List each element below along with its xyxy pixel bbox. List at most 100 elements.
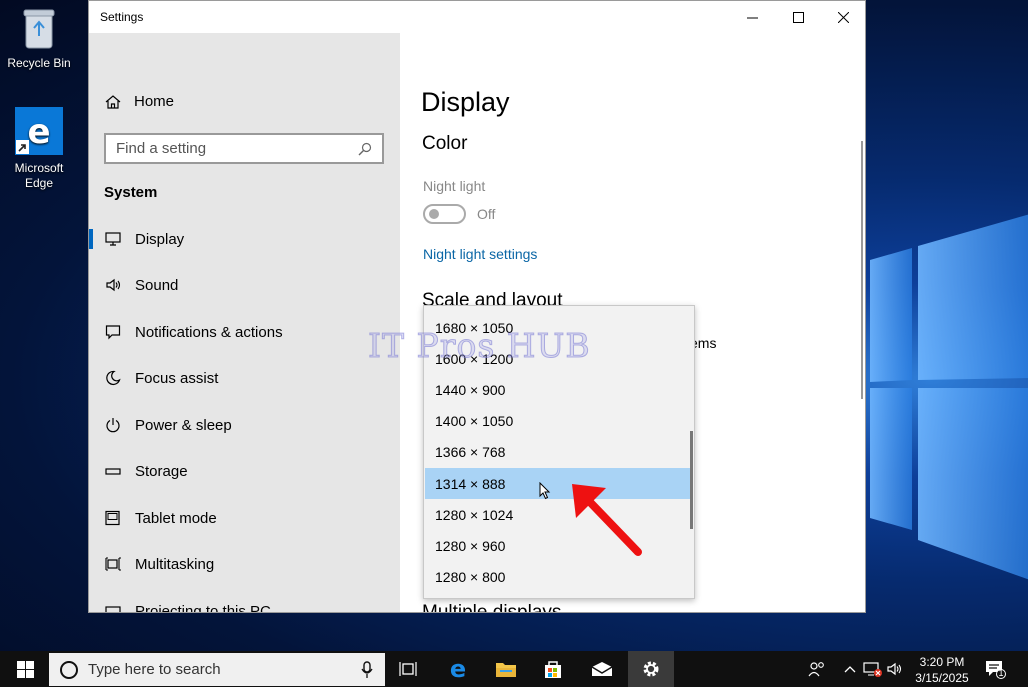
dropdown-scrollbar[interactable] [690,431,693,529]
maximize-button[interactable] [775,1,821,33]
volume-button[interactable] [886,651,906,687]
cortana-icon [60,660,78,679]
resolution-option[interactable]: 1600 × 1200 [425,343,693,374]
edge-icon: e [450,658,466,680]
window-title: Settings [100,10,144,24]
monitor-icon [105,231,121,247]
show-hidden-icons-button[interactable] [842,651,858,687]
sidebar-item-storage[interactable]: Storage [89,451,400,491]
multiple-displays-heading: Multiple displays [422,602,562,613]
close-icon [837,11,849,23]
sidebar-item-tablet-mode[interactable]: Tablet mode [89,498,400,538]
clock-time: 3:20 PM [919,655,965,669]
desktop-icon-label: Microsoft Edge [14,161,64,190]
sidebar-item-label: Storage [135,462,188,480]
resolution-option[interactable]: 1280 × 1024 [425,499,693,530]
people-icon [808,662,824,677]
sidebar-item-label: Focus assist [135,369,219,387]
resolution-option[interactable]: 1680 × 1050 [425,312,693,343]
store-button[interactable] [530,651,576,687]
edge-icon: e [15,107,63,155]
sidebar-item-projecting[interactable]: Projecting to this PC [89,591,400,613]
sidebar-item-sound[interactable]: Sound [89,265,400,305]
multitasking-icon [105,556,121,572]
sidebar-item-label: Tablet mode [135,509,217,527]
resolution-option[interactable]: 1280 × 960 [425,530,693,561]
recycle-bin-icon [23,9,55,49]
sidebar-item-label: Display [135,230,185,248]
sidebar-item-power-sleep[interactable]: Power & sleep [89,405,400,445]
night-light-state: Off [477,206,496,222]
desktop-icon-edge[interactable]: e Microsoft Edge [1,107,77,191]
title-bar[interactable]: Settings [89,1,865,33]
chevron-up-icon [844,666,856,673]
clock-date: 3/15/2025 [915,671,969,685]
start-button[interactable] [2,651,48,687]
svg-text:e: e [27,112,50,152]
resolution-option[interactable]: 1366 × 768 [425,436,693,467]
page-title: Display [421,87,510,117]
tablet-icon [105,510,121,526]
windows-wallpaper-logo [870,214,1028,580]
task-view-button[interactable] [385,651,431,687]
sidebar-section-heading: System [104,184,158,201]
taskbar-search-box[interactable]: Type here to search [49,653,385,686]
maximize-icon [792,11,804,23]
home-link[interactable]: Home [105,93,174,110]
resolution-option[interactable]: 1400 × 1050 [425,405,693,436]
home-icon [105,94,121,109]
gear-icon [643,661,659,677]
minimize-icon [746,17,758,18]
settings-taskbar-button[interactable] [628,651,674,687]
taskbar-search-placeholder: Type here to search [88,661,221,678]
notification-count-badge: 1 [998,668,1004,678]
power-icon [105,417,121,433]
network-button[interactable] [862,651,884,687]
windows-start-icon [16,660,34,678]
file-explorer-button[interactable] [483,651,529,687]
content-scrollbar[interactable] [861,141,863,399]
sidebar-item-label: Projecting to this PC [135,602,271,613]
desktop-icon-label: Recycle Bin [7,56,71,70]
mail-button[interactable] [579,651,625,687]
microphone-icon[interactable] [361,660,373,679]
toggle-knob [429,209,439,219]
sidebar-item-label: Multitasking [135,555,215,573]
sidebar-item-notifications[interactable]: Notifications & actions [89,312,400,352]
resolution-option-highlighted[interactable]: 1314 × 888 [425,468,693,499]
close-button[interactable] [820,1,865,33]
sidebar-item-focus-assist[interactable]: Focus assist [89,358,400,398]
resolution-option[interactable]: 1280 × 800 [425,561,693,592]
action-center-button[interactable]: 1 [980,651,1010,687]
sidebar-item-label: Sound [135,276,179,294]
resolution-dropdown-list[interactable]: 1680 × 1050 1600 × 1200 1440 × 900 1400 … [423,305,695,599]
volume-icon [887,662,902,676]
store-bag-icon [545,661,561,678]
search-icon [358,142,372,155]
red-pointer-arrow-icon [572,484,642,556]
sidebar-item-label: Notifications & actions [135,323,283,341]
night-light-label: Night light [423,178,486,194]
sidebar-item-multitasking[interactable]: Multitasking [89,544,400,584]
find-setting-input[interactable]: Find a setting [104,133,384,164]
notification-icon [105,324,121,340]
sidebar-item-display[interactable]: Display [89,219,400,259]
minimize-button[interactable] [729,1,775,33]
projector-icon [105,603,121,612]
home-label: Home [134,93,175,110]
people-button[interactable] [805,651,829,687]
network-disconnected-icon [863,662,882,677]
night-light-settings-link[interactable]: Night light settings [423,246,537,262]
desktop-icon-recycle-bin[interactable]: Recycle Bin [1,6,77,71]
mouse-cursor-icon [539,482,551,500]
taskbar-clock[interactable]: 3:20 PM 3/15/2025 [906,654,978,686]
sidebar-item-label: Power & sleep [135,416,232,434]
resolution-option[interactable]: 1440 × 900 [425,374,693,405]
svg-text:e: e [450,658,466,680]
moon-icon [105,370,121,386]
night-light-toggle[interactable] [423,204,466,224]
taskbar-edge-button[interactable]: e [435,651,481,687]
search-placeholder: Find a setting [116,140,207,157]
folder-icon [496,663,516,677]
color-heading: Color [422,133,468,154]
